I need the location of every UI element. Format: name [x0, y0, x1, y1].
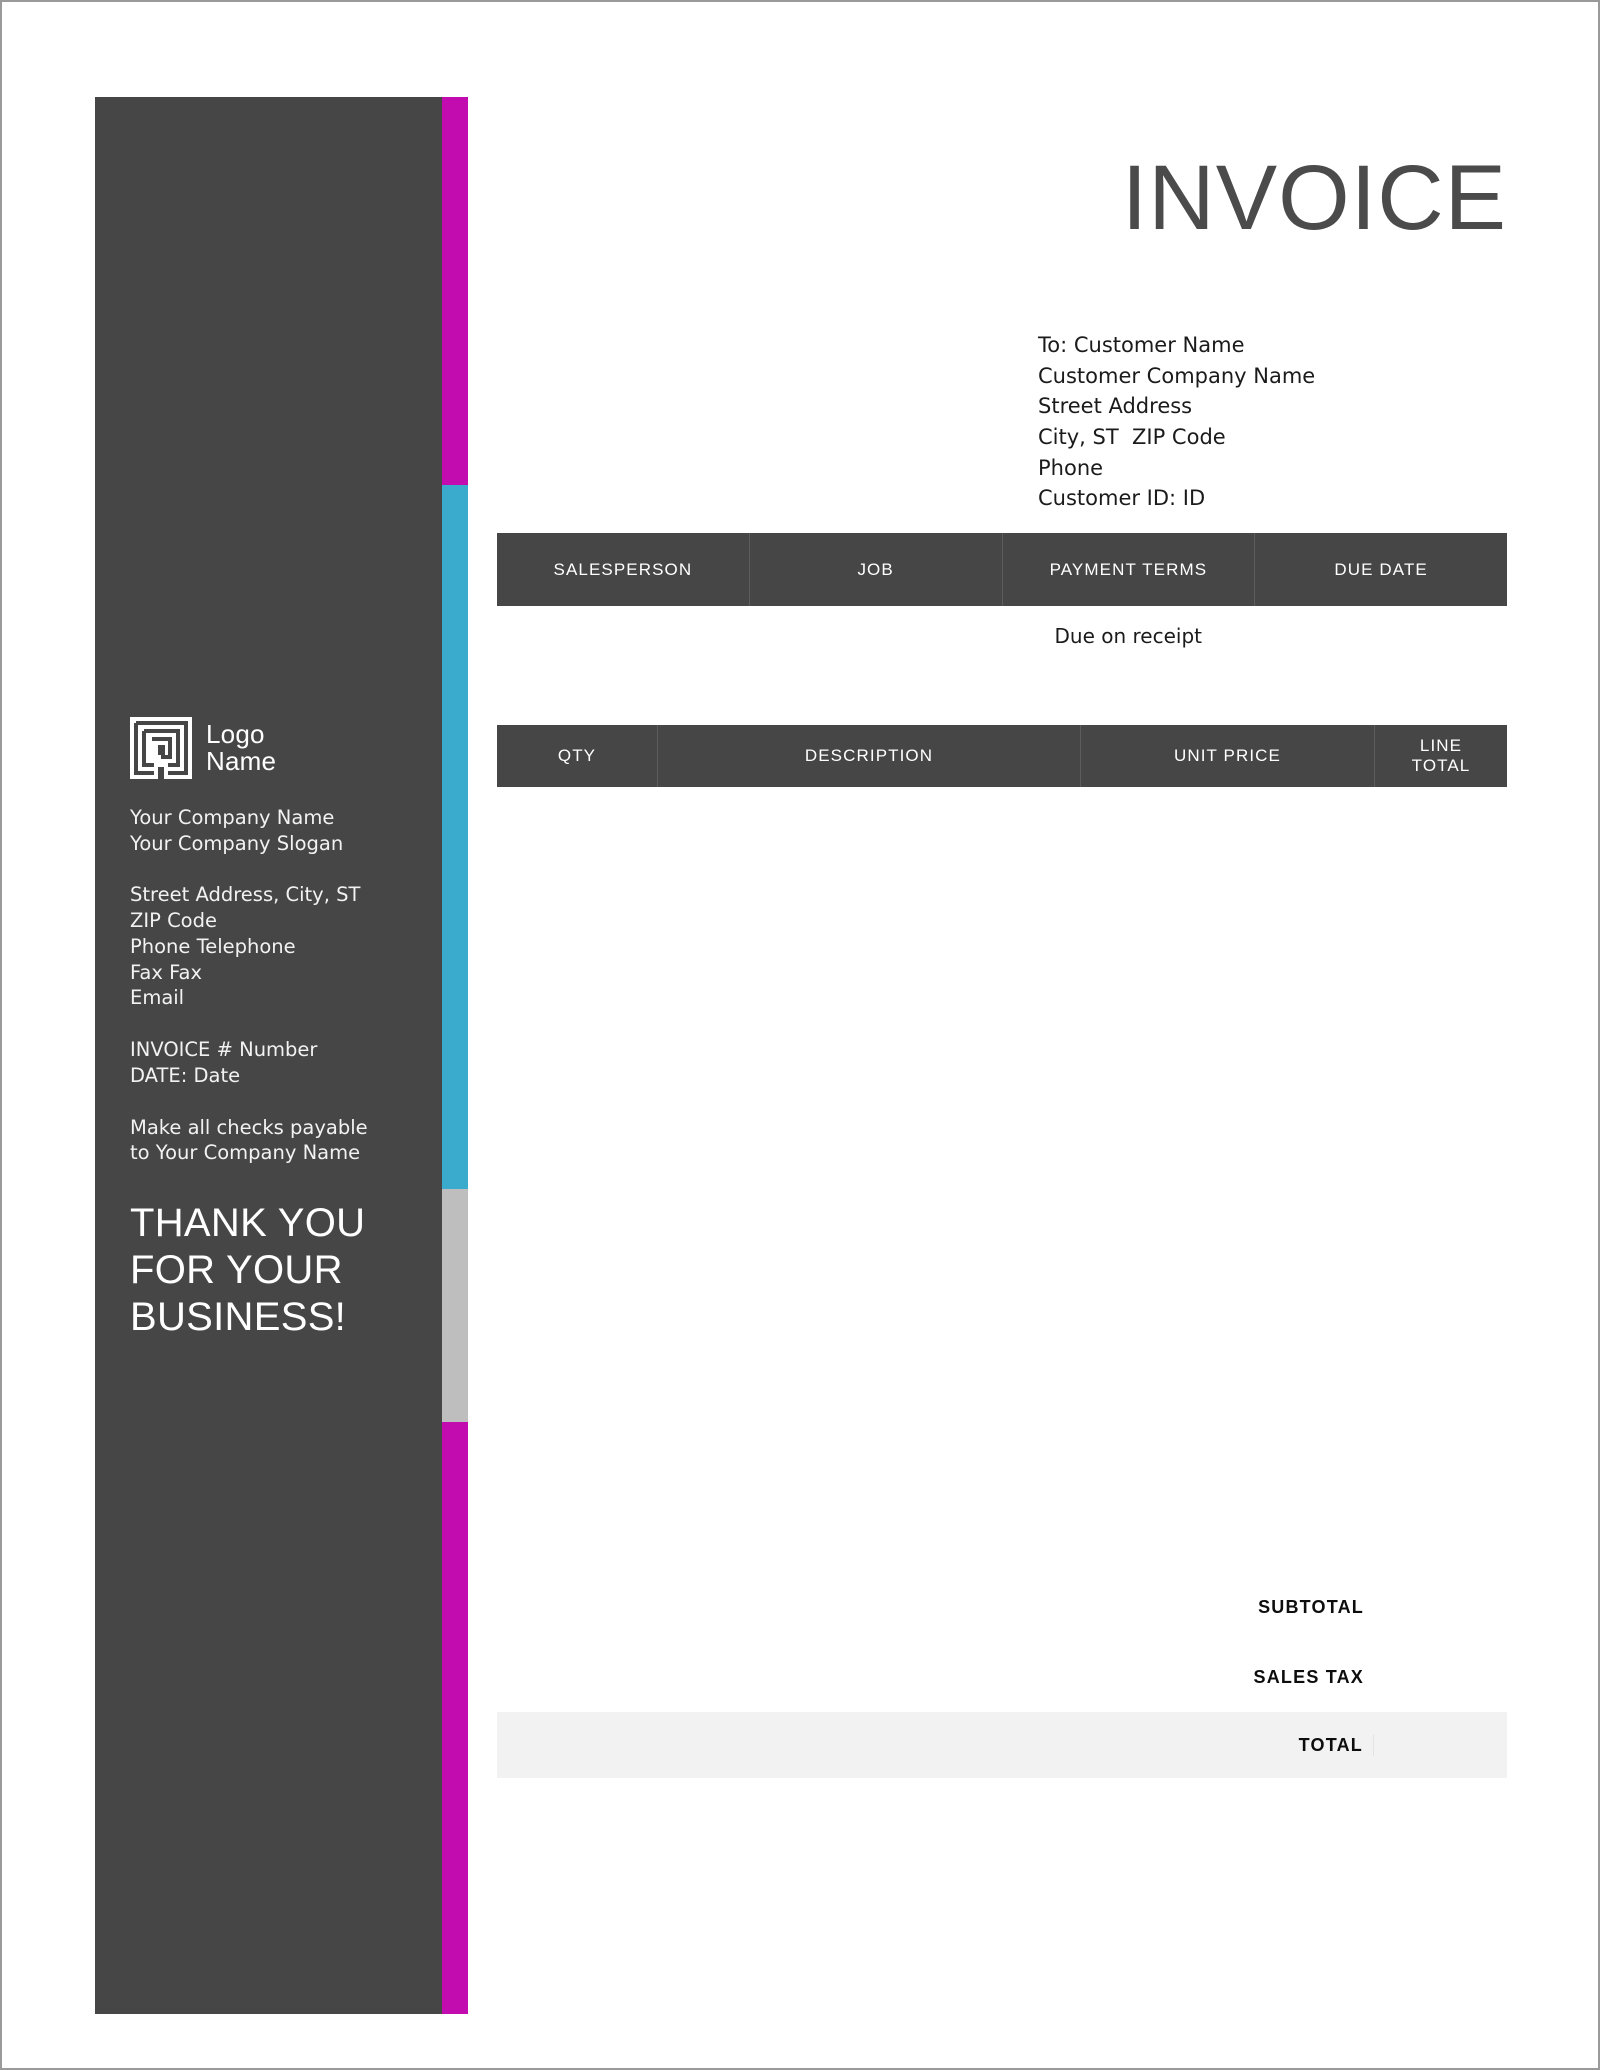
page-title: INVOICE	[1121, 147, 1507, 249]
invoice-meta-block: INVOICE # Number DATE: Date	[130, 1037, 420, 1088]
header-unit-price: UNIT PRICE	[1080, 725, 1374, 787]
thank-you-line-3: BUSINESS!	[130, 1294, 347, 1339]
value-job[interactable]	[750, 606, 1003, 666]
header-description: DESCRIPTION	[657, 725, 1080, 787]
totals-section: SUBTOTAL SALES TAX TOTAL	[497, 1572, 1507, 1778]
header-due-date: DUE DATE	[1254, 533, 1507, 606]
sales-tax-label: SALES TAX	[1253, 1666, 1364, 1687]
header-job: JOB	[748, 533, 1002, 606]
total-row: TOTAL	[497, 1712, 1507, 1778]
invoice-date: DATE: Date	[130, 1063, 241, 1087]
header-qty: QTY	[557, 746, 597, 766]
invoice-number: INVOICE # Number	[130, 1038, 318, 1062]
value-due-date[interactable]	[1255, 606, 1508, 666]
accent-stripe-gray	[442, 1189, 468, 1422]
logo-lockup: Logo Name	[130, 717, 420, 779]
sidebar-panel: Logo Name Your Company Name Your Company…	[95, 97, 442, 2014]
header-line-total: LINE TOTAL	[1374, 725, 1507, 787]
thank-you-line-1: THANK YOU	[130, 1201, 366, 1246]
sidebar-content: Logo Name Your Company Name Your Company…	[130, 717, 420, 1340]
labyrinth-logo-icon	[130, 717, 192, 779]
company-phone: Phone Telephone	[130, 934, 296, 958]
line-items-table-header: QTY DESCRIPTION UNIT PRICE LINE TOTAL	[497, 725, 1507, 787]
invoice-meta-table-values: Due on receipt	[497, 606, 1507, 666]
company-block: Your Company Name Your Company Slogan	[130, 805, 420, 856]
invoice-meta-table-header: SALESPERSON JOB PAYMENT TERMS DUE DATE	[497, 533, 1507, 606]
sales-tax-row: SALES TAX	[497, 1642, 1507, 1712]
logo-name-line-2: Name	[206, 746, 277, 776]
invoice-page: Logo Name Your Company Name Your Company…	[0, 0, 1600, 2070]
header-payment-terms: PAYMENT TERMS	[1001, 533, 1255, 606]
bill-to-name: To: Customer Name	[1038, 333, 1245, 357]
value-salesperson[interactable]	[497, 606, 750, 666]
thank-you-line-2: FOR YOUR	[130, 1247, 343, 1292]
company-fax: Fax Fax	[130, 960, 203, 984]
bill-to-company: Customer Company Name	[1038, 363, 1316, 388]
header-line-total-word-2: TOTAL	[1411, 756, 1471, 775]
checks-payable-text: Make all checks payable to Your Company …	[130, 1115, 368, 1165]
total-label: TOTAL	[497, 1734, 1374, 1756]
thank-you-message: THANK YOU FOR YOUR BUSINESS!	[130, 1200, 420, 1340]
subtotal-label: SUBTOTAL	[1258, 1596, 1364, 1617]
company-email: Email	[130, 986, 185, 1010]
company-contact-block: Street Address, City, ST ZIP Code Phone …	[130, 882, 420, 1011]
company-address: Street Address, City, ST ZIP Code	[130, 883, 361, 933]
bill-to-block: To: Customer Name Customer Company Name …	[1038, 330, 1315, 514]
accent-stripe-magenta-bottom	[442, 1422, 468, 2014]
bill-to-customer-id: Customer ID: ID	[1038, 486, 1206, 511]
company-slogan: Your Company Slogan	[130, 831, 344, 855]
header-salesperson: SALESPERSON	[553, 559, 693, 579]
header-line-total-word-1: LINE	[1419, 736, 1463, 756]
accent-stripe-magenta-top	[442, 97, 468, 485]
checks-payable-note: Make all checks payable to Your Company …	[130, 1115, 420, 1166]
accent-stripe-cyan	[442, 485, 468, 1189]
value-payment-terms[interactable]: Due on receipt	[1002, 606, 1255, 666]
company-name: Your Company Name	[130, 806, 335, 829]
bill-to-phone: Phone	[1038, 455, 1104, 480]
logo-name: Logo Name	[206, 721, 276, 774]
logo-name-line-1: Logo	[206, 719, 265, 750]
bill-to-street: Street Address	[1038, 394, 1193, 419]
subtotal-row: SUBTOTAL	[497, 1572, 1507, 1642]
bill-to-city-state-zip: City, ST ZIP Code	[1038, 424, 1226, 449]
